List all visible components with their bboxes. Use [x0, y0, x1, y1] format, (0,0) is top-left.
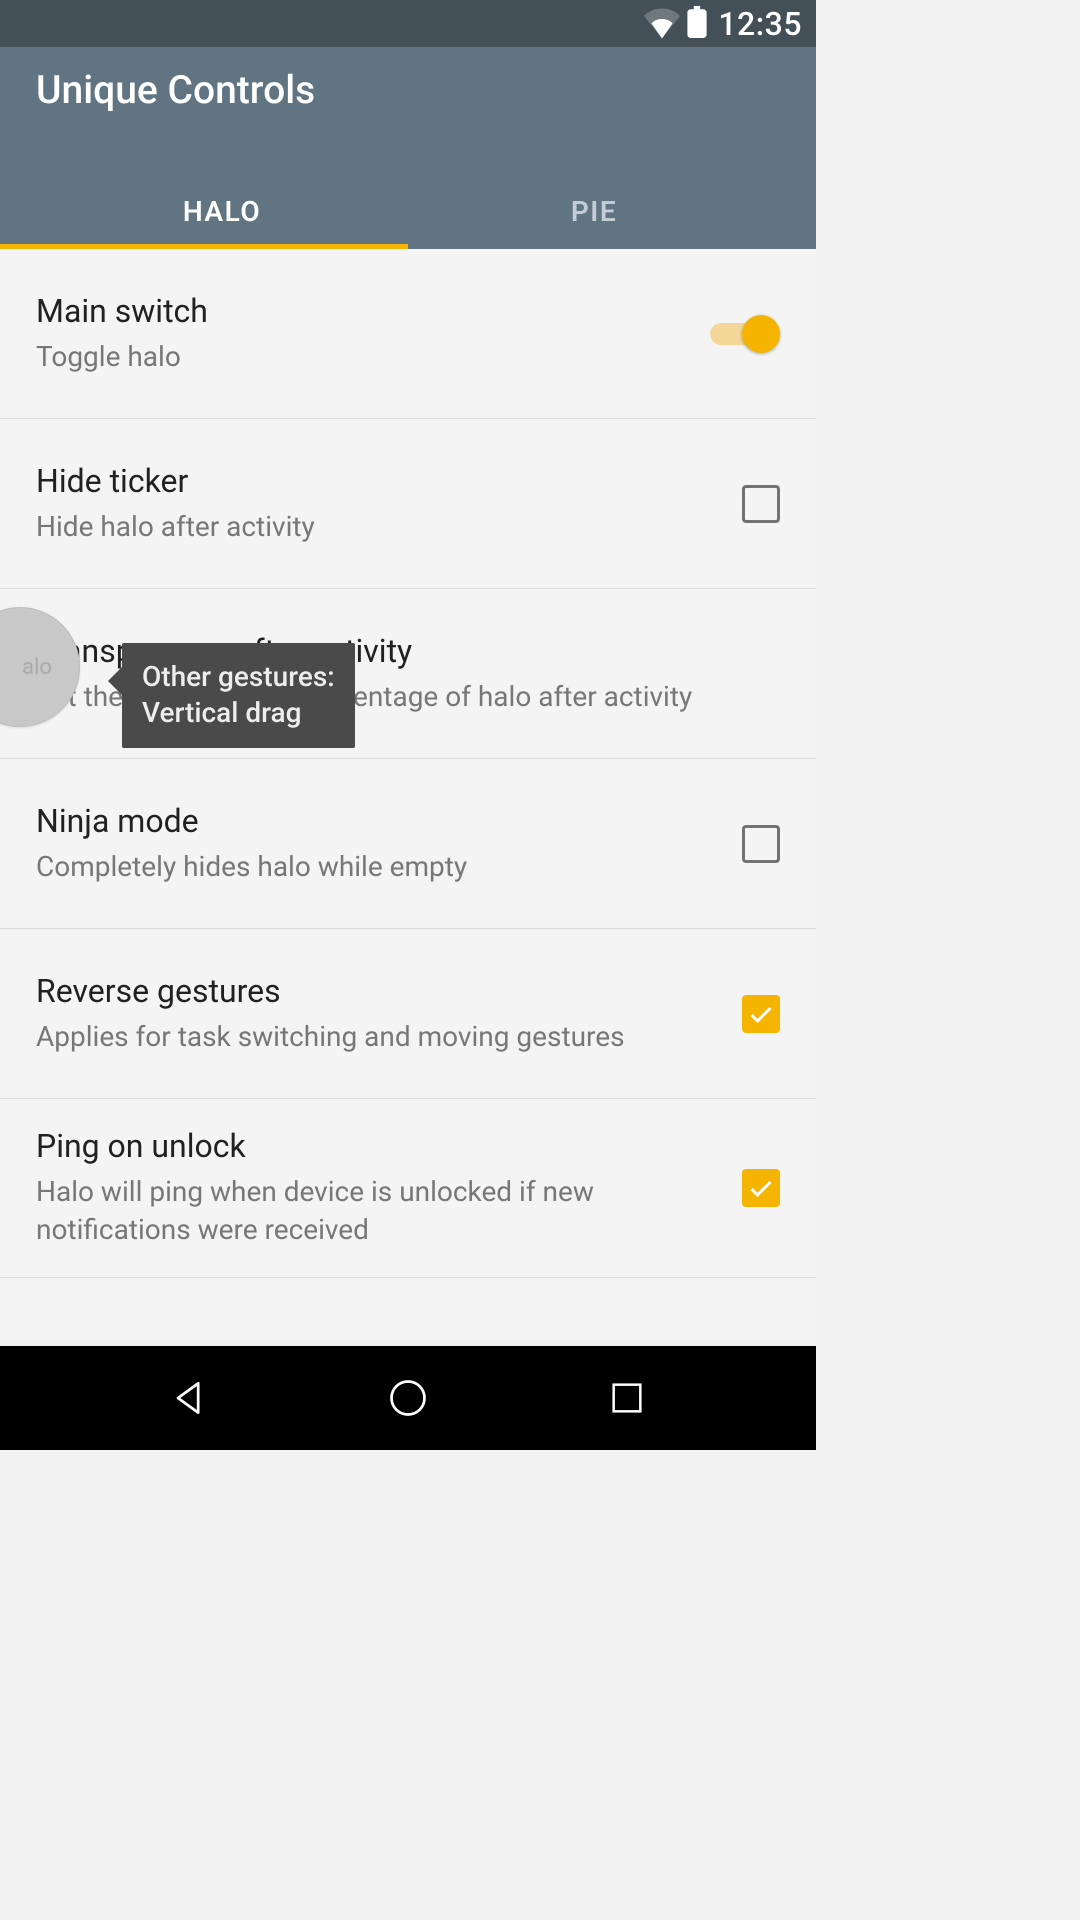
tooltip-line2: Vertical drag [142, 695, 335, 731]
home-button[interactable] [382, 1372, 434, 1424]
tab-halo[interactable]: HALO [36, 173, 408, 249]
back-icon [167, 1376, 211, 1420]
setting-text: Hide ticker Hide halo after activity [36, 462, 742, 546]
setting-title: Ninja mode [36, 802, 722, 840]
setting-text: Ninja mode Completely hides halo while e… [36, 802, 742, 886]
tab-bar: HALO PIE [36, 173, 780, 249]
nav-bar [0, 1346, 816, 1450]
setting-title: Main switch [36, 292, 690, 330]
back-button[interactable] [163, 1372, 215, 1424]
recents-button[interactable] [601, 1372, 653, 1424]
setting-subtitle: Completely hides halo while empty [36, 848, 722, 886]
check-icon [747, 1000, 775, 1028]
checkbox[interactable] [742, 995, 780, 1033]
status-clock: 12:35 [718, 5, 802, 43]
setting-text: Ping on unlock Halo will ping when devic… [36, 1127, 742, 1249]
setting-text: Reverse gestures Applies for task switch… [36, 972, 742, 1056]
home-icon [386, 1376, 430, 1420]
setting-hide-ticker[interactable]: Hide ticker Hide halo after activity [0, 419, 816, 589]
setting-title: Reverse gestures [36, 972, 722, 1010]
checkbox[interactable] [742, 825, 780, 863]
tab-label: HALO [183, 195, 261, 228]
checkbox[interactable] [742, 485, 780, 523]
settings-list[interactable]: Main switch Toggle halo Hide ticker Hide… [0, 249, 816, 1346]
setting-title: Ping on unlock [36, 1127, 722, 1165]
app-header: Unique Controls HALO PIE [0, 47, 816, 249]
tooltip-line1: Other gestures: [142, 659, 335, 695]
setting-reverse-gestures[interactable]: Reverse gestures Applies for task switch… [0, 929, 816, 1099]
setting-ninja-mode[interactable]: Ninja mode Completely hides halo while e… [0, 759, 816, 929]
gesture-tooltip: Other gestures: Vertical drag [122, 643, 355, 748]
switch-thumb [742, 315, 780, 353]
page-title: Unique Controls [36, 67, 780, 173]
halo-bubble-text: alo [22, 655, 52, 680]
setting-subtitle: Hide halo after activity [36, 508, 722, 546]
tab-label: PIE [571, 195, 617, 228]
setting-title: Hide ticker [36, 462, 722, 500]
toggle-switch[interactable] [710, 313, 780, 355]
checkbox[interactable] [742, 1169, 780, 1207]
setting-ping-on-unlock[interactable]: Ping on unlock Halo will ping when devic… [0, 1099, 816, 1278]
battery-icon [686, 6, 708, 42]
status-bar: 12:35 [0, 0, 816, 47]
setting-subtitle: Applies for task switching and moving ge… [36, 1018, 722, 1056]
check-icon [747, 1174, 775, 1202]
wifi-icon [644, 4, 680, 44]
recents-icon [607, 1378, 647, 1418]
setting-main-switch[interactable]: Main switch Toggle halo [0, 249, 816, 419]
tab-pie[interactable]: PIE [408, 173, 780, 249]
setting-subtitle: Toggle halo [36, 338, 690, 376]
setting-subtitle: Halo will ping when device is unlocked i… [36, 1173, 722, 1249]
setting-text: Main switch Toggle halo [36, 292, 710, 376]
